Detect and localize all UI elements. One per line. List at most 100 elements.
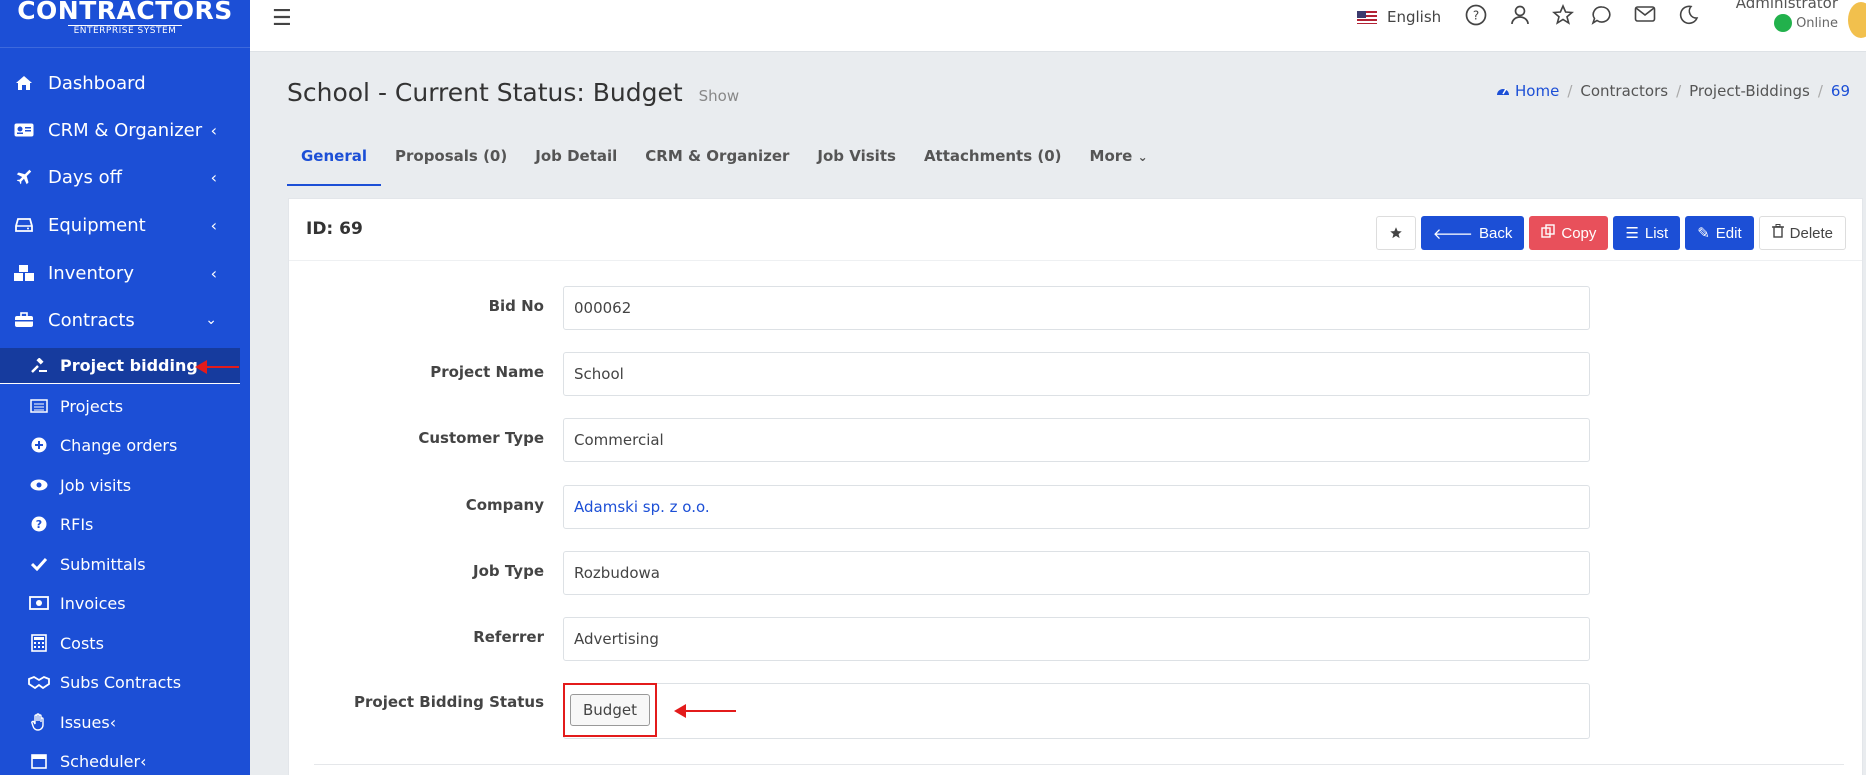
sidebar: CONTRACTORS ENTERPRISE SYSTEM Dashboard … xyxy=(0,0,250,775)
question-circle-icon: ? xyxy=(0,516,60,532)
page-title: School - Current Status: Budget Show xyxy=(287,78,739,107)
sidebar-item-label: Job visits xyxy=(60,475,132,495)
language-selector[interactable]: English xyxy=(1357,8,1441,26)
copy-label: Copy xyxy=(1561,224,1597,242)
sidebar-subitem-job-visits[interactable]: Job visits xyxy=(0,467,250,503)
page-subtitle: Show xyxy=(698,87,740,105)
moon-icon[interactable] xyxy=(1677,4,1699,31)
sidebar-item-label: Costs xyxy=(60,633,104,653)
sidebar-item-days-off[interactable]: Days off ‹ xyxy=(0,157,250,197)
star-icon xyxy=(1390,227,1402,239)
mail-icon[interactable] xyxy=(1634,4,1656,29)
tab-attachments[interactable]: Attachments (0) xyxy=(910,140,1076,186)
tab-job-detail[interactable]: Job Detail xyxy=(521,140,631,186)
star-icon[interactable] xyxy=(1552,3,1574,31)
user-menu[interactable]: Administrator Online xyxy=(1728,0,1838,32)
sidebar-item-inventory[interactable]: Inventory ‹ xyxy=(0,253,250,293)
field-label: Customer Type xyxy=(418,429,544,447)
breadcrumb-project-biddings[interactable]: Project-Biddings xyxy=(1689,82,1810,100)
chevron-left-icon: ‹ xyxy=(210,167,217,187)
user-status: Online xyxy=(1728,14,1838,32)
svg-text:?: ? xyxy=(36,518,42,531)
sidebar-item-dashboard[interactable]: Dashboard xyxy=(0,63,250,103)
user-icon[interactable] xyxy=(1510,4,1530,31)
sidebar-item-label: Contracts xyxy=(48,309,135,331)
gavel-icon xyxy=(0,357,60,374)
sidebar-subitem-scheduler[interactable]: Scheduler ‹ xyxy=(0,743,250,775)
field-label: Job Type xyxy=(473,562,544,580)
brand-subtitle: ENTERPRISE SYSTEM xyxy=(67,25,183,37)
edit-label: Edit xyxy=(1715,224,1742,242)
edit-button[interactable]: ✎ Edit xyxy=(1685,216,1754,250)
status-badge[interactable]: Budget xyxy=(570,694,650,726)
sidebar-subitem-projects[interactable]: Projects xyxy=(0,388,250,424)
field-value: School xyxy=(563,352,1590,396)
tab-more[interactable]: More ⌄ xyxy=(1076,140,1162,186)
sidebar-item-equipment[interactable]: Equipment ‹ xyxy=(0,205,250,245)
chat-icon[interactable] xyxy=(1591,4,1613,31)
tab-general[interactable]: General xyxy=(287,140,381,186)
boxes-icon xyxy=(0,264,48,282)
company-link[interactable]: Adamski sp. z o.o. xyxy=(563,485,1590,529)
sidebar-subitem-change-orders[interactable]: Change orders xyxy=(0,427,250,463)
sidebar-item-label: Issues xyxy=(60,712,110,732)
calendar-icon xyxy=(0,753,60,769)
hand-icon xyxy=(0,713,60,731)
list-alt-icon xyxy=(0,399,60,413)
chevron-down-icon: ⌄ xyxy=(205,312,217,328)
chevron-left-icon: ‹ xyxy=(109,712,117,732)
divider xyxy=(314,764,1844,765)
brand-logo[interactable]: CONTRACTORS ENTERPRISE SYSTEM xyxy=(0,0,250,48)
sidebar-subitem-costs[interactable]: Costs xyxy=(0,625,250,661)
sidebar-subitem-invoices[interactable]: Invoices xyxy=(0,585,250,621)
tab-job-visits[interactable]: Job Visits xyxy=(803,140,910,186)
delete-button[interactable]: Delete xyxy=(1758,216,1846,250)
calculator-icon xyxy=(0,634,60,652)
breadcrumb-home[interactable]: Home xyxy=(1496,82,1559,100)
tab-crm-organizer[interactable]: CRM & Organizer xyxy=(631,140,803,186)
annotation-arrow xyxy=(195,360,239,374)
breadcrumb-separator: / xyxy=(1817,82,1823,100)
copy-icon xyxy=(1541,224,1556,242)
sidebar-item-label: Scheduler xyxy=(60,751,141,771)
sidebar-item-label: Days off xyxy=(48,166,123,188)
sidebar-item-crm[interactable]: CRM & Organizer ‹ xyxy=(0,110,250,150)
eye-icon xyxy=(0,479,60,491)
field-label: Project Bidding Status xyxy=(354,693,544,711)
sidebar-item-contracts[interactable]: Contracts ⌄ xyxy=(0,300,250,340)
chevron-left-icon: ‹ xyxy=(210,120,217,140)
sidebar-item-label: RFIs xyxy=(60,514,94,534)
help-icon[interactable]: ? xyxy=(1465,4,1487,31)
status-highlight-box: Budget xyxy=(563,683,657,737)
sidebar-item-label: Invoices xyxy=(60,593,126,613)
copy-button[interactable]: Copy xyxy=(1529,216,1609,250)
field-value: 000062 xyxy=(563,286,1590,330)
sidebar-subitem-submittals[interactable]: Submittals xyxy=(0,546,250,582)
sidebar-subitem-issues[interactable]: Issues ‹ xyxy=(0,704,250,740)
dashboard-gauge-icon xyxy=(1496,82,1515,100)
arrow-left-icon: 🡐 xyxy=(1432,225,1474,243)
back-button[interactable]: 🡐 Back xyxy=(1420,216,1525,250)
chevron-left-icon: ‹ xyxy=(210,263,217,283)
sidebar-item-label: Projects xyxy=(60,396,124,416)
trash-icon xyxy=(1771,224,1784,242)
list-icon: ☰ xyxy=(1625,225,1639,242)
tab-proposals[interactable]: Proposals (0) xyxy=(381,140,521,186)
breadcrumb-separator: / xyxy=(1676,82,1682,100)
detail-card: ID: 69 🡐 Back Copy ☰ List ✎ Edit Delete … xyxy=(288,198,1863,775)
breadcrumb-contractors[interactable]: Contractors xyxy=(1580,82,1668,100)
us-flag-icon xyxy=(1357,10,1377,24)
annotation-arrow xyxy=(674,704,736,718)
sidebar-subitem-subs-contracts[interactable]: Subs Contracts xyxy=(0,664,250,700)
sidebar-subitem-rfis[interactable]: ? RFIs xyxy=(0,506,250,542)
list-button[interactable]: ☰ List xyxy=(1613,216,1681,250)
favorite-button[interactable] xyxy=(1375,216,1416,250)
field-label: Project Name xyxy=(430,363,544,381)
money-bill-icon xyxy=(0,596,60,610)
hard-drive-icon xyxy=(0,217,48,233)
field-value: Advertising xyxy=(563,617,1590,661)
avatar[interactable] xyxy=(1848,2,1866,38)
plus-circle-icon xyxy=(0,437,60,453)
hamburger-menu-icon[interactable]: ☰ xyxy=(272,6,292,31)
brand-logo-text: CONTRACTORS xyxy=(17,0,233,25)
